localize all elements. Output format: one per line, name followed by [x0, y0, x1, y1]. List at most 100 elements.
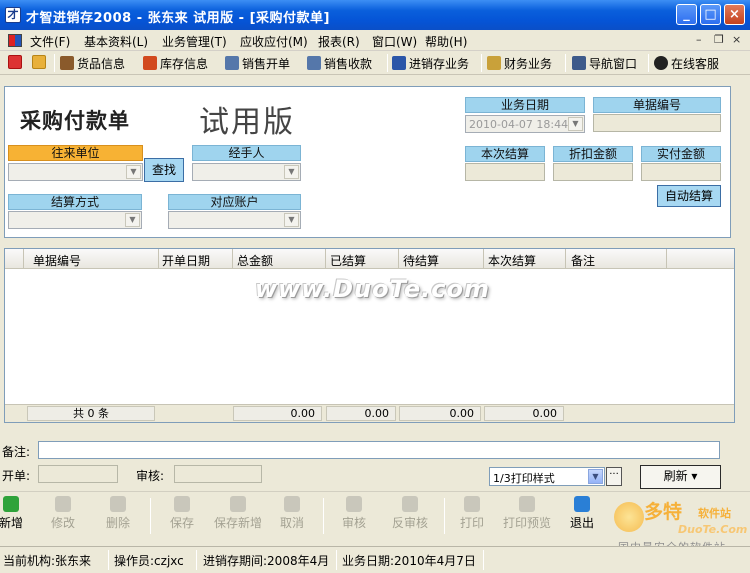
finance-icon: [487, 56, 501, 70]
unaudit-button[interactable]: 反审核: [385, 496, 435, 531]
remark-input[interactable]: [38, 441, 720, 459]
add-button[interactable]: 新增: [0, 496, 36, 531]
save-icon: [174, 496, 190, 512]
menu-receivable-payable[interactable]: 应收应付(M): [240, 33, 308, 50]
house-icon: [143, 56, 157, 70]
toolbar-psi-business[interactable]: 进销存业务: [392, 55, 469, 72]
chevron-down-icon[interactable]: ▼: [284, 213, 299, 227]
auto-settle-button[interactable]: 自动结算: [657, 185, 721, 207]
settlement-grid[interactable]: 单据编号 开单日期 总金额 已结算 待结算 本次结算 备注 www.DuoTe.…: [4, 248, 735, 423]
status-bar: 当前机构:张东来 操作员:czjxc 进销存期间:2008年4月 业务日期:20…: [0, 546, 750, 573]
partner-combo[interactable]: ▼: [8, 163, 143, 181]
add-icon: [3, 496, 19, 512]
grid-column-separator: [565, 249, 566, 269]
toolbar: 货品信息 库存信息 销售开单 销售收款 进销存业务 财务业务 导航窗口 在线客服: [0, 51, 750, 75]
toolbar-sales-collect[interactable]: 销售收款: [307, 55, 372, 72]
paid-field[interactable]: [641, 163, 721, 181]
grid-column-separator: [325, 249, 326, 269]
print-preview-button[interactable]: 打印预览: [497, 496, 557, 531]
footer-pending: 0.00: [399, 406, 481, 421]
save-and-new-button[interactable]: 保存新增: [208, 496, 268, 531]
exit-button[interactable]: 退出: [557, 496, 607, 531]
save-button[interactable]: 保存: [157, 496, 207, 531]
delete-button-label: 删除: [105, 516, 130, 530]
toolbar-navigation[interactable]: 导航窗口: [572, 55, 637, 72]
col-settled[interactable]: 已结算: [330, 252, 366, 269]
edit-icon: [55, 496, 71, 512]
print-style-more-button[interactable]: ···: [606, 467, 622, 486]
col-total[interactable]: 总金额: [237, 252, 273, 269]
toolbar-separator: [481, 54, 482, 72]
audit-button-label: 审核: [341, 516, 366, 530]
toolbar-stock-info[interactable]: 库存信息: [143, 55, 208, 72]
mdi-doc-icon[interactable]: [8, 34, 22, 47]
handler-combo[interactable]: ▼: [192, 163, 301, 181]
biz-date-picker[interactable]: 2010-04-07 18:44 ▼: [465, 115, 585, 133]
mdi-restore-button[interactable]: ❐: [714, 33, 724, 46]
toolbar-goods-info-label: 货品信息: [77, 57, 126, 71]
add-button-label: 新增: [0, 516, 23, 530]
action-separator: [150, 498, 151, 534]
toolbar-separator: [387, 54, 388, 72]
biz-date-label: 业务日期: [465, 97, 585, 113]
col-open-date[interactable]: 开单日期: [162, 252, 210, 269]
biz-date-value: 2010-04-07 18:44: [469, 118, 569, 131]
col-pending[interactable]: 待结算: [403, 252, 439, 269]
action-separator: [323, 498, 324, 534]
find-button[interactable]: 查找: [144, 158, 184, 182]
account-label: 对应账户: [168, 194, 301, 210]
this-settle-label: 本次结算: [465, 146, 545, 162]
toolbar-sales-order-label: 销售开单: [242, 57, 291, 71]
menu-business[interactable]: 业务管理(T): [162, 33, 227, 50]
this-settle-field[interactable]: [465, 163, 545, 181]
chevron-down-icon[interactable]: ▼: [588, 469, 603, 484]
menu-basic-data[interactable]: 基本资料(L): [84, 33, 148, 50]
mdi-close-button[interactable]: ×: [732, 33, 741, 46]
minimize-button[interactable]: _: [676, 4, 697, 25]
print-style-value: 1/3打印样式: [493, 472, 555, 485]
account-combo[interactable]: ▼: [168, 211, 301, 229]
menu-window[interactable]: 窗口(W): [372, 33, 417, 50]
toolbar-sales-order[interactable]: 销售开单: [225, 55, 290, 72]
col-this-settle[interactable]: 本次结算: [488, 252, 536, 269]
toolbar-psi-business-label: 进销存业务: [409, 57, 470, 71]
cancel-icon: [284, 496, 300, 512]
toolbar-online-service[interactable]: 在线客服: [654, 55, 719, 72]
chevron-down-icon[interactable]: ▼: [284, 165, 299, 179]
audit-icon: [346, 496, 362, 512]
delete-icon: [110, 496, 126, 512]
refresh-button[interactable]: 刷新 ▾: [640, 465, 721, 489]
title-bar[interactable]: 才 才智进销存2008 - 张东来 试用版 - [采购付款单] _ □ ×: [0, 0, 750, 30]
menu-reports[interactable]: 报表(R): [318, 33, 360, 50]
chevron-down-icon[interactable]: ▼: [126, 165, 141, 179]
discount-field[interactable]: [553, 163, 633, 181]
print-style-select[interactable]: 1/3打印样式 ▼: [489, 467, 605, 486]
close-button[interactable]: ×: [724, 4, 745, 25]
chevron-down-icon[interactable]: ▼: [125, 213, 140, 227]
menu-file[interactable]: 文件(F): [30, 33, 70, 50]
chevron-down-icon[interactable]: ▼: [568, 117, 583, 131]
toolbar-key-button[interactable]: [32, 55, 49, 70]
toolbar-online-service-label: 在线客服: [671, 57, 720, 71]
menu-help[interactable]: 帮助(H): [425, 33, 467, 50]
unaudit-button-label: 反审核: [391, 516, 428, 530]
cancel-button[interactable]: 取消: [267, 496, 317, 531]
action-separator: [444, 498, 445, 534]
edit-button[interactable]: 修改: [38, 496, 88, 531]
audit-button[interactable]: 审核: [329, 496, 379, 531]
stop-icon: [8, 55, 22, 69]
print-preview-button-label: 打印预览: [502, 516, 551, 530]
col-remark[interactable]: 备注: [571, 252, 595, 269]
navigation-icon: [572, 56, 586, 70]
auditor-label: 审核:: [136, 469, 165, 483]
settle-method-combo[interactable]: ▼: [8, 211, 142, 229]
col-doc-no[interactable]: 单据编号: [33, 252, 81, 269]
toolbar-separator: [648, 54, 649, 72]
print-button[interactable]: 打印: [447, 496, 497, 531]
maximize-button[interactable]: □: [700, 4, 721, 25]
toolbar-stop-button[interactable]: [8, 55, 25, 70]
mdi-minimize-button[interactable]: –: [696, 33, 702, 46]
toolbar-goods-info[interactable]: 货品信息: [60, 55, 125, 72]
delete-button[interactable]: 删除: [93, 496, 143, 531]
toolbar-finance[interactable]: 财务业务: [487, 55, 552, 72]
